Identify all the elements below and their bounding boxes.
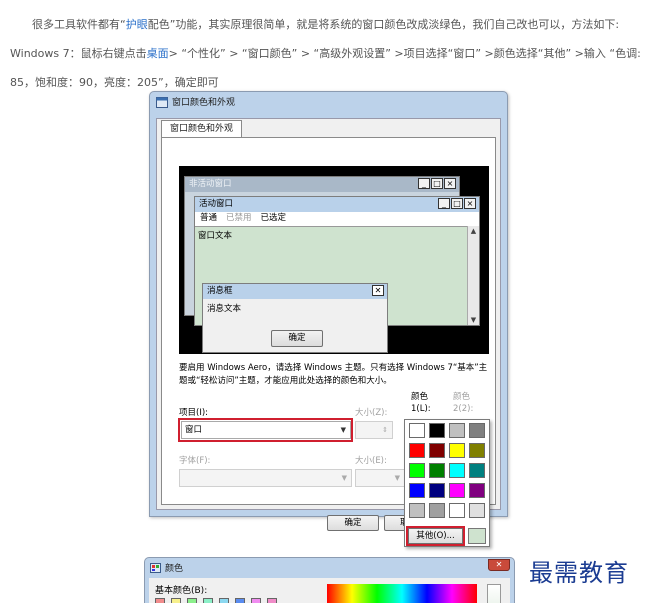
palette-color-cell[interactable] xyxy=(409,463,425,478)
palette-color-cell[interactable] xyxy=(409,443,425,458)
inactive-title: 非活动窗口 xyxy=(189,179,232,189)
color2-label-line2: 2(2): xyxy=(453,404,474,414)
basic-color-cell[interactable] xyxy=(219,598,229,603)
color1-label-line2: 1(L): xyxy=(411,404,431,414)
palette-color-cell[interactable] xyxy=(429,503,445,518)
text: 很多工具软件都有“ xyxy=(32,18,126,31)
palette-color-cell[interactable] xyxy=(429,483,445,498)
chevron-down-icon: ▼ xyxy=(341,474,347,482)
scroll-down-icon: ▼ xyxy=(470,316,477,324)
chevron-down-icon: ▼ xyxy=(394,474,400,482)
close-icon: × xyxy=(444,178,456,189)
active-title: 活动窗口 xyxy=(199,199,234,209)
window-icon xyxy=(156,97,168,108)
palette-color-cell[interactable] xyxy=(409,503,425,518)
palette-color-cell[interactable] xyxy=(469,483,485,498)
palette-color-cell[interactable] xyxy=(469,463,485,478)
item-label: 项目(I): xyxy=(179,408,209,418)
palette-color-cell[interactable] xyxy=(469,423,485,438)
window-text: 窗口文本 xyxy=(198,231,233,241)
msgbox-title: 消息框 xyxy=(207,286,233,296)
basic-color-cell[interactable] xyxy=(171,598,181,603)
maximize-icon: □ xyxy=(451,198,463,209)
watermark-logo: 最需教育 xyxy=(529,559,629,587)
highlight-other-button xyxy=(406,526,465,546)
preview-area[interactable]: 非活动窗口 _ □ × 活动窗口 _ □ × 普通 已禁用 已选定 窗口文本 ▲ ▼ xyxy=(179,166,489,354)
font-label: 字体(F): xyxy=(179,456,211,466)
basic-color-cell[interactable] xyxy=(251,598,261,603)
palette-color-cell[interactable] xyxy=(449,443,465,458)
dialog-title: 窗口颜色和外观 xyxy=(172,98,236,108)
text: > “个性化” > “窗口颜色” > “高级外观设置” >项目选择“窗口” >颜… xyxy=(168,47,641,60)
paragraph-1: 很多工具软件都有“护眼配色”功能，其实原理很简单，就是将系统的窗口颜色改成淡绿色… xyxy=(10,10,645,39)
text: 配色”功能，其实原理很简单，就是将系统的窗口颜色改成淡绿色，我们自己改也可以，方… xyxy=(147,18,620,31)
msgbox-text: 消息文本 xyxy=(207,304,242,314)
color2-label: 颜色 2(2): xyxy=(453,391,473,415)
palette-color-cell[interactable] xyxy=(449,423,465,438)
minimize-icon: _ xyxy=(438,198,450,209)
font-size-label: 大小(E): xyxy=(355,456,387,466)
palette-color-cell[interactable] xyxy=(429,463,445,478)
basic-color-cell[interactable] xyxy=(155,598,165,603)
link-desktop[interactable]: 桌面 xyxy=(147,47,169,60)
menu-normal: 普通 xyxy=(200,213,218,223)
maximize-icon: □ xyxy=(431,178,443,189)
palette-color-cell[interactable] xyxy=(449,483,465,498)
message-box: 消息框 ✕ 消息文本 确定 xyxy=(202,283,388,353)
size-input[interactable]: ⇕ xyxy=(355,421,393,439)
color-dialog: 颜色 ✕ 基本颜色(B): xyxy=(144,557,515,603)
paragraph-2: Windows 7：鼠标右键点击桌面> “个性化” > “窗口颜色” > “高级… xyxy=(10,39,645,68)
color-palette-popup: 其他(O)... xyxy=(404,419,490,547)
palette-color-cell[interactable] xyxy=(469,443,485,458)
color-spectrum[interactable] xyxy=(327,584,477,603)
color2-label-line1: 颜色 xyxy=(453,392,471,402)
palette-color-cell[interactable] xyxy=(429,423,445,438)
basic-color-cell[interactable] xyxy=(235,598,245,603)
palette-color-cell[interactable] xyxy=(449,463,465,478)
font-size-select[interactable]: ▼ xyxy=(355,469,405,487)
spinner-icon: ⇕ xyxy=(382,426,388,434)
basic-color-cell[interactable] xyxy=(267,598,277,603)
preview-scrollbar: ▲ ▼ xyxy=(467,226,479,325)
ok-button[interactable]: 确定 xyxy=(327,515,379,531)
palette-color-cell[interactable] xyxy=(409,423,425,438)
preview-ok-button: 确定 xyxy=(271,330,323,347)
menu-disabled: 已禁用 xyxy=(226,213,252,223)
basic-colors-label: 基本颜色(B): xyxy=(155,586,208,596)
palette-color-cell[interactable] xyxy=(449,503,465,518)
luminance-bar[interactable] xyxy=(487,584,501,603)
close-icon: × xyxy=(464,198,476,209)
color-dialog-title: 颜色 xyxy=(165,564,184,574)
link-eye-care[interactable]: 护眼 xyxy=(126,18,148,31)
color1-label: 颜色 1(L): xyxy=(411,391,431,415)
active-titlebar: 活动窗口 _ □ × xyxy=(195,197,479,212)
article-text: 很多工具软件都有“护眼配色”功能，其实原理很简单，就是将系统的窗口颜色改成淡绿色… xyxy=(10,10,645,97)
dialog-titlebar: 窗口颜色和外观 xyxy=(150,92,507,114)
basic-color-cell[interactable] xyxy=(203,598,213,603)
current-color-swatch xyxy=(468,528,486,544)
font-select[interactable]: ▼ xyxy=(179,469,352,487)
close-icon: ✕ xyxy=(372,285,384,296)
aero-hint: 要启用 Windows Aero，请选择 Windows 主题。只有选择 Win… xyxy=(179,363,488,386)
scroll-up-icon: ▲ xyxy=(470,227,477,235)
inactive-titlebar: 非活动窗口 _ □ × xyxy=(185,177,459,192)
color1-label-line1: 颜色 xyxy=(411,392,429,402)
palette-icon xyxy=(150,563,161,573)
preview-menubar: 普通 已禁用 已选定 xyxy=(195,212,479,226)
text: Windows 7：鼠标右键点击 xyxy=(10,47,147,60)
highlight-item-select xyxy=(178,418,353,442)
size-label: 大小(Z): xyxy=(355,408,388,418)
menu-selected: 已选定 xyxy=(260,213,287,223)
minimize-icon: _ xyxy=(418,178,430,189)
basic-color-cell[interactable] xyxy=(187,598,197,603)
palette-color-cell[interactable] xyxy=(429,443,445,458)
close-icon[interactable]: ✕ xyxy=(488,559,510,571)
color-dialog-body: 基本颜色(B): xyxy=(149,578,510,603)
palette-color-cell[interactable] xyxy=(469,503,485,518)
palette-color-cell[interactable] xyxy=(409,483,425,498)
msgbox-titlebar: 消息框 ✕ xyxy=(203,284,387,299)
tab-appearance[interactable]: 窗口颜色和外观 xyxy=(161,120,243,138)
